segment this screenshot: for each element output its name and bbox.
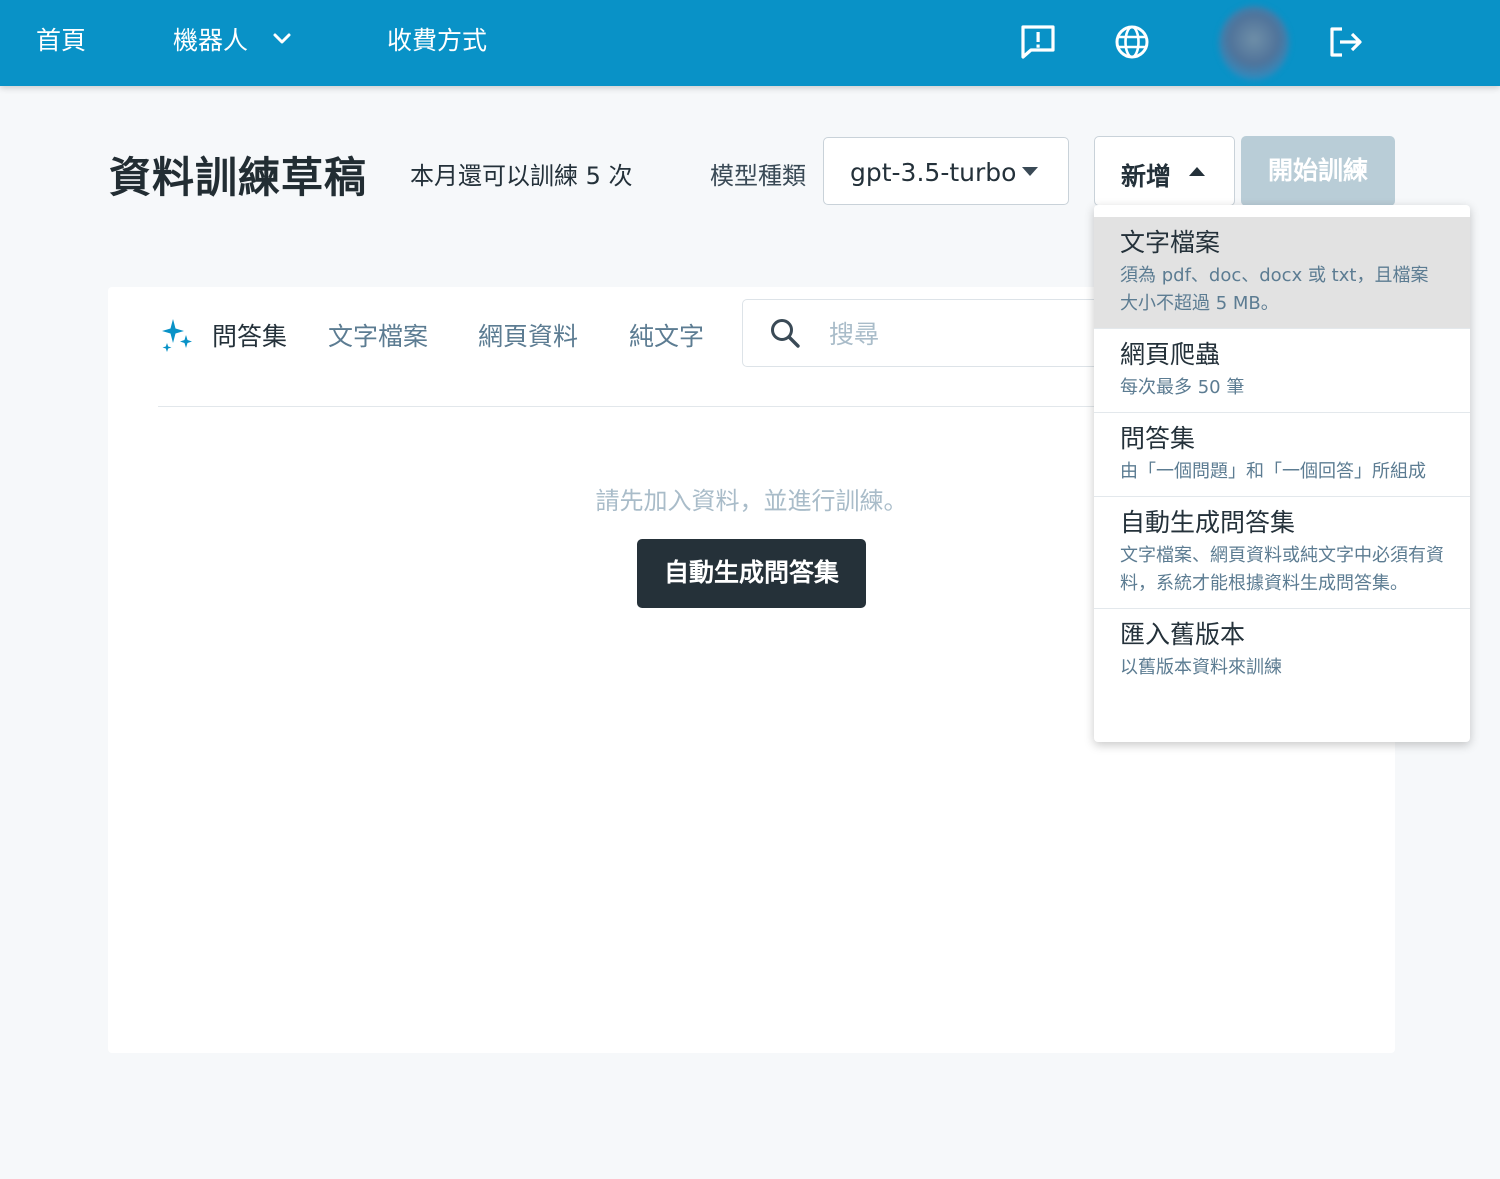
tab-qa-label: 問答集 <box>211 322 287 351</box>
menu-item-title: 網頁爬蟲 <box>1120 340 1221 369</box>
training-quota-text: 本月還可以訓練 5 次 <box>410 162 633 190</box>
caret-down-icon <box>1022 167 1038 176</box>
feedback-icon[interactable] <box>1018 22 1058 62</box>
menu-item-qa-set[interactable]: 問答集 由「一個問題」和「一個回答」所組成 <box>1094 413 1470 497</box>
start-training-button[interactable]: 開始訓練 <box>1241 136 1395 206</box>
sparkle-icon <box>162 319 192 352</box>
add-button-label: 新增 <box>1121 162 1172 191</box>
nav-home-link[interactable]: 首頁 <box>36 0 86 86</box>
caret-up-icon <box>1189 167 1205 176</box>
globe-icon[interactable] <box>1112 22 1152 62</box>
chevron-down-icon <box>273 33 291 44</box>
nav-pricing-link[interactable]: 收費方式 <box>387 0 487 86</box>
add-dropdown-menu: 文字檔案 須為 pdf、doc、docx 或 txt，且檔案大小不超過 5 MB… <box>1094 205 1470 742</box>
menu-item-title: 問答集 <box>1120 424 1196 453</box>
menu-item-desc: 由「一個問題」和「一個回答」所組成 <box>1120 461 1426 482</box>
auto-generate-qa-button[interactable]: 自動生成問答集 <box>637 539 866 608</box>
tab-web-data[interactable]: 網頁資料 <box>478 317 578 353</box>
menu-item-web-crawler[interactable]: 網頁爬蟲 每次最多 50 筆 <box>1094 329 1470 413</box>
tab-qa[interactable]: 問答集 <box>162 317 287 353</box>
avatar[interactable] <box>1219 6 1289 80</box>
tab-text-files[interactable]: 文字檔案 <box>328 317 428 353</box>
menu-item-title: 自動生成問答集 <box>1120 508 1296 537</box>
menu-item-import-old-version[interactable]: 匯入舊版本 以舊版本資料來訓練 <box>1094 609 1470 692</box>
top-nav: 首頁 機器人 收費方式 <box>0 0 1500 86</box>
model-select-value: gpt-3.5-turbo <box>850 158 1017 187</box>
logout-icon[interactable] <box>1325 22 1365 62</box>
nav-bots-label: 機器人 <box>173 26 249 55</box>
menu-item-desc: 以舊版本資料來訓練 <box>1120 657 1282 678</box>
nav-bots-menu[interactable]: 機器人 <box>173 0 292 86</box>
page-title: 資料訓練草稿 <box>109 153 368 202</box>
menu-item-desc: 每次最多 50 筆 <box>1120 377 1245 398</box>
menu-item-text-file[interactable]: 文字檔案 須為 pdf、doc、docx 或 txt，且檔案大小不超過 5 MB… <box>1094 217 1470 329</box>
menu-item-desc: 文字檔案、網頁資料或純文字中必須有資料，系統才能根據資料生成問答集。 <box>1120 545 1444 594</box>
menu-item-desc: 須為 pdf、doc、docx 或 txt，且檔案大小不超過 5 MB。 <box>1120 265 1429 314</box>
menu-item-auto-generate[interactable]: 自動生成問答集 文字檔案、網頁資料或純文字中必須有資料，系統才能根據資料生成問答… <box>1094 497 1470 609</box>
add-button[interactable]: 新增 <box>1094 136 1235 206</box>
tab-plain-text[interactable]: 純文字 <box>629 317 704 353</box>
model-select[interactable]: gpt-3.5-turbo <box>823 137 1069 205</box>
search-icon <box>771 319 800 348</box>
search-input[interactable] <box>829 312 1129 356</box>
menu-item-title: 文字檔案 <box>1120 228 1221 257</box>
model-type-label: 模型種類 <box>710 162 806 190</box>
menu-item-title: 匯入舊版本 <box>1120 620 1246 649</box>
